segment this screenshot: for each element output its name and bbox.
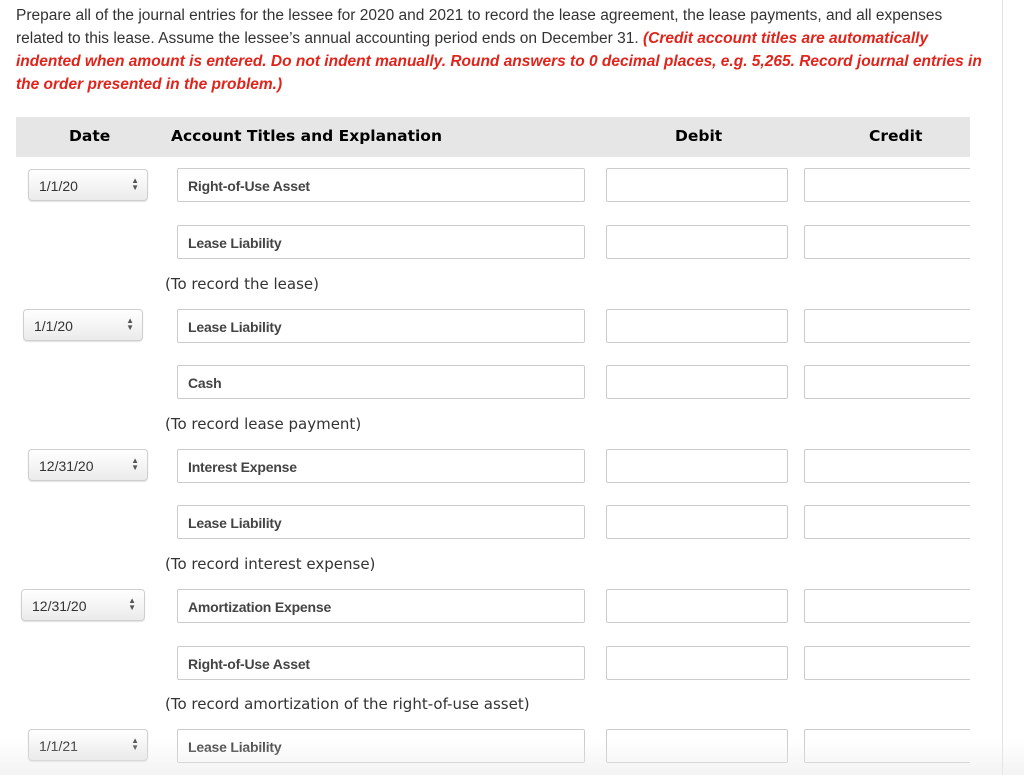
debit-input[interactable] bbox=[606, 225, 788, 259]
debit-input[interactable] bbox=[606, 505, 788, 539]
select-arrows-icon: ▲ ▼ bbox=[126, 316, 134, 332]
date-value: 1/1/20 bbox=[34, 318, 73, 334]
entry-explanation: (To record the lease) bbox=[165, 275, 319, 293]
entry-explanation: (To record lease payment) bbox=[165, 415, 362, 433]
entry-explanation: (To record amortization of the right-of-… bbox=[165, 695, 530, 713]
credit-input[interactable] bbox=[804, 365, 970, 399]
account-title-value: Amortization Expense bbox=[188, 599, 332, 615]
account-title-input[interactable]: Interest Expense bbox=[177, 449, 585, 483]
debit-input[interactable] bbox=[606, 449, 788, 483]
select-arrows-icon: ▲ ▼ bbox=[128, 596, 136, 612]
account-title-value: Lease Liability bbox=[188, 739, 282, 755]
debit-input[interactable] bbox=[606, 589, 788, 623]
select-arrows-icon: ▲ ▼ bbox=[131, 456, 139, 472]
date-value: 12/31/20 bbox=[32, 598, 87, 614]
account-title-input[interactable]: Right-of-Use Asset bbox=[177, 168, 585, 202]
credit-input[interactable] bbox=[804, 589, 970, 623]
header-date: Date bbox=[69, 127, 111, 145]
account-title-value: Right-of-Use Asset bbox=[188, 178, 310, 194]
account-title-value: Lease Liability bbox=[188, 319, 282, 335]
date-select[interactable]: 12/31/20 ▲ ▼ bbox=[28, 449, 148, 481]
credit-input[interactable] bbox=[804, 729, 970, 763]
account-title-value: Right-of-Use Asset bbox=[188, 656, 310, 672]
date-select[interactable]: 1/1/21 ▲ ▼ bbox=[28, 729, 148, 761]
account-title-input[interactable]: Right-of-Use Asset bbox=[177, 646, 585, 680]
account-title-input[interactable]: Lease Liability bbox=[177, 309, 585, 343]
debit-input[interactable] bbox=[606, 729, 788, 763]
debit-input[interactable] bbox=[606, 365, 788, 399]
credit-input[interactable] bbox=[804, 225, 970, 259]
select-arrows-icon: ▲ ▼ bbox=[131, 176, 139, 192]
debit-input[interactable] bbox=[606, 646, 788, 680]
header-debit: Debit bbox=[675, 127, 723, 145]
entry-explanation: (To record interest expense) bbox=[165, 555, 376, 573]
account-title-value: Interest Expense bbox=[188, 459, 297, 475]
account-title-value: Lease Liability bbox=[188, 515, 282, 531]
date-value: 1/1/20 bbox=[39, 178, 78, 194]
date-value: 1/1/21 bbox=[39, 738, 78, 754]
date-select[interactable]: 12/31/20 ▲ ▼ bbox=[21, 589, 145, 621]
account-title-input[interactable]: Lease Liability bbox=[177, 225, 585, 259]
account-title-input[interactable]: Cash bbox=[177, 365, 585, 399]
select-arrows-icon: ▲ ▼ bbox=[131, 736, 139, 752]
credit-input[interactable] bbox=[804, 505, 970, 539]
page-divider bbox=[1002, 0, 1003, 775]
account-title-input[interactable]: Amortization Expense bbox=[177, 589, 585, 623]
date-select[interactable]: 1/1/20 ▲ ▼ bbox=[23, 309, 143, 341]
journal-table-header: Date Account Titles and Explanation Debi… bbox=[16, 117, 970, 157]
account-title-value: Lease Liability bbox=[188, 235, 282, 251]
account-title-input[interactable]: Lease Liability bbox=[177, 729, 585, 763]
account-title-value: Cash bbox=[188, 375, 222, 391]
credit-input[interactable] bbox=[804, 168, 970, 202]
credit-input[interactable] bbox=[804, 646, 970, 680]
credit-input[interactable] bbox=[804, 309, 970, 343]
credit-input[interactable] bbox=[804, 449, 970, 483]
header-account: Account Titles and Explanation bbox=[171, 127, 442, 145]
instructions: Prepare all of the journal entries for t… bbox=[16, 4, 991, 96]
account-title-input[interactable]: Lease Liability bbox=[177, 505, 585, 539]
header-credit: Credit bbox=[869, 127, 923, 145]
date-value: 12/31/20 bbox=[39, 458, 94, 474]
date-select[interactable]: 1/1/20 ▲ ▼ bbox=[28, 169, 148, 201]
debit-input[interactable] bbox=[606, 309, 788, 343]
debit-input[interactable] bbox=[606, 168, 788, 202]
